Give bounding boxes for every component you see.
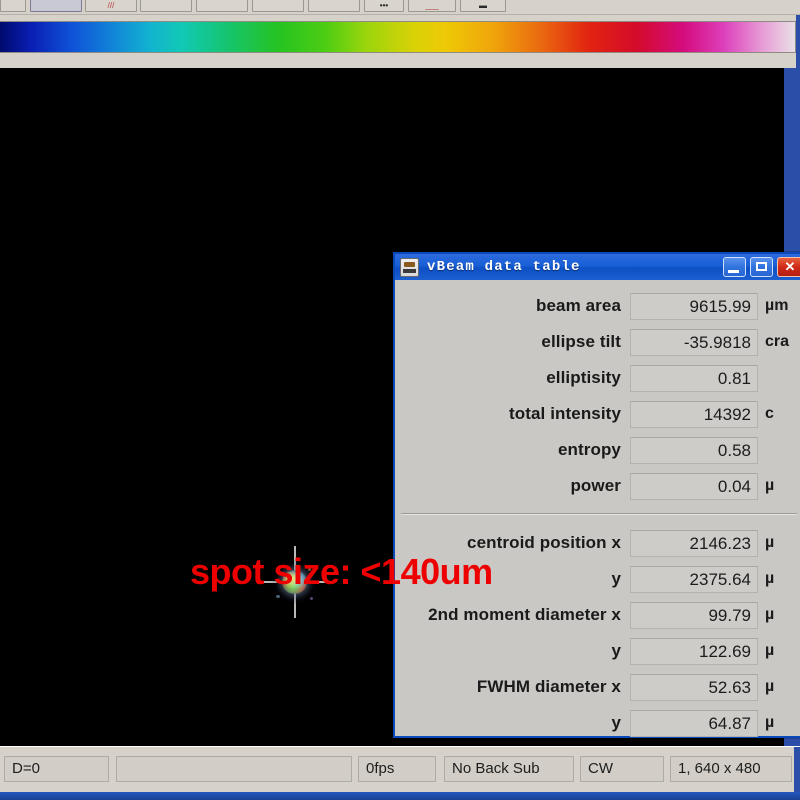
row-unit: µ [765,714,775,731]
palette-right-edge [796,15,800,68]
row-unit: µ [765,534,775,551]
row-unit: c [765,405,774,422]
tool-btn-dots[interactable]: ••• [364,0,404,12]
tool-btn-scribble[interactable]: /// [85,0,137,12]
minimize-icon [728,270,739,273]
status-distance[interactable]: D=0 [4,756,109,782]
row-label: power [570,476,621,495]
color-palette-panel [0,15,800,68]
application-window: /// ••• ___ ▬ vBeam data table ✕ beam are… [0,0,800,800]
tool-btn-red-glyph: ___ [425,1,439,10]
row-value[interactable]: 0.81 [630,364,758,392]
close-icon: ✕ [784,259,796,274]
data-row: entropy 0.58 [395,432,800,468]
tool-btn-2[interactable] [30,0,82,12]
statusbar-right-edge [794,747,800,793]
tool-btn-1[interactable] [0,0,26,12]
row-label: entropy [557,440,621,459]
beam-speck [276,595,280,598]
row-value[interactable]: 0.04 [630,472,758,500]
row-value[interactable]: 14392 [630,400,758,428]
data-row: elliptisity 0.81 [395,360,800,396]
beam-stats-primary-section: beam area 9615.99 µm ellipse tilt -35.9818 cr… [395,288,800,504]
tool-btn-scribble-glyph: /// [107,1,115,10]
dialog-body: beam area 9615.99 µm ellipse tilt -35.9818 cr… [395,280,800,737]
section-divider [401,513,797,515]
data-row: y 122.69 µ [395,633,800,669]
row-value[interactable]: 2146.23 [630,529,758,557]
close-button[interactable]: ✕ [777,257,800,277]
row-label: beam area [535,296,621,315]
row-value[interactable]: 122.69 [630,637,758,665]
row-label: y [611,641,621,660]
row-value[interactable]: 52.63 [630,673,758,701]
tool-btn-bar-glyph: ▬ [479,1,487,10]
data-row: ellipse tilt -35.9818 cra [395,324,800,360]
row-unit: µ [765,678,775,695]
tool-btn-bar[interactable]: ▬ [460,0,506,12]
dialog-titlebar[interactable]: vBeam data table ✕ [395,254,800,280]
row-value[interactable]: 99.79 [630,601,758,629]
window-controls: ✕ [723,257,800,277]
tool-btn-dots-glyph: ••• [379,1,389,10]
row-unit: cra [765,333,790,350]
vbeam-data-table-dialog[interactable]: vBeam data table ✕ beam area 9615.99 µm ell… [393,252,800,738]
row-unit: µ [765,642,775,659]
row-label: elliptisity [546,368,621,387]
row-unit: µ [765,570,775,587]
app-icon [400,257,419,277]
status-resolution[interactable]: 1, 640 x 480 [670,756,792,782]
row-unit: µm [765,297,789,314]
row-unit: µ [765,477,775,494]
status-bar: D=0 0fps No Back Sub CW 1, 640 x 480 [0,746,800,793]
row-label: FWHM diameter x [476,677,621,696]
minimize-button[interactable] [723,257,746,277]
beam-speck [310,597,313,600]
row-label: centroid position x [467,533,621,552]
data-row: y 64.87 µ [395,705,800,741]
tool-btn-red[interactable]: ___ [408,0,456,12]
row-label: total intensity [508,404,621,423]
row-label: 2nd moment diameter x [428,605,621,624]
status-fps[interactable]: 0fps [358,756,436,782]
row-value[interactable]: -35.9818 [630,328,758,356]
maximize-button[interactable] [750,257,773,277]
row-value[interactable]: 0.58 [630,436,758,464]
status-back-sub[interactable]: No Back Sub [444,756,574,782]
data-row: power 0.04 µ [395,468,800,504]
color-ramp[interactable] [0,21,796,53]
tool-btn-7[interactable] [308,0,360,12]
data-row: FWHM diameter x 52.63 µ [395,669,800,705]
row-value[interactable]: 9615.99 [630,292,758,320]
taskbar [0,792,800,800]
tool-btn-6[interactable] [252,0,304,12]
tool-btn-5[interactable] [196,0,248,12]
status-message[interactable] [116,756,352,782]
spot-size-annotation: spot size: <140um [190,551,493,592]
dialog-title: vBeam data table [427,259,581,275]
row-label: ellipse tilt [541,332,621,351]
row-unit: µ [765,606,775,623]
row-label: y [611,713,621,732]
data-row: total intensity 14392 c [395,396,800,432]
data-row: beam area 9615.99 µm [395,288,800,324]
data-row: 2nd moment diameter x 99.79 µ [395,597,800,633]
row-value[interactable]: 2375.64 [630,565,758,593]
status-mode[interactable]: CW [580,756,664,782]
row-value[interactable]: 64.87 [630,709,758,737]
maximize-icon [756,262,767,271]
toolbar: /// ••• ___ ▬ [0,0,800,15]
tool-btn-4[interactable] [140,0,192,12]
